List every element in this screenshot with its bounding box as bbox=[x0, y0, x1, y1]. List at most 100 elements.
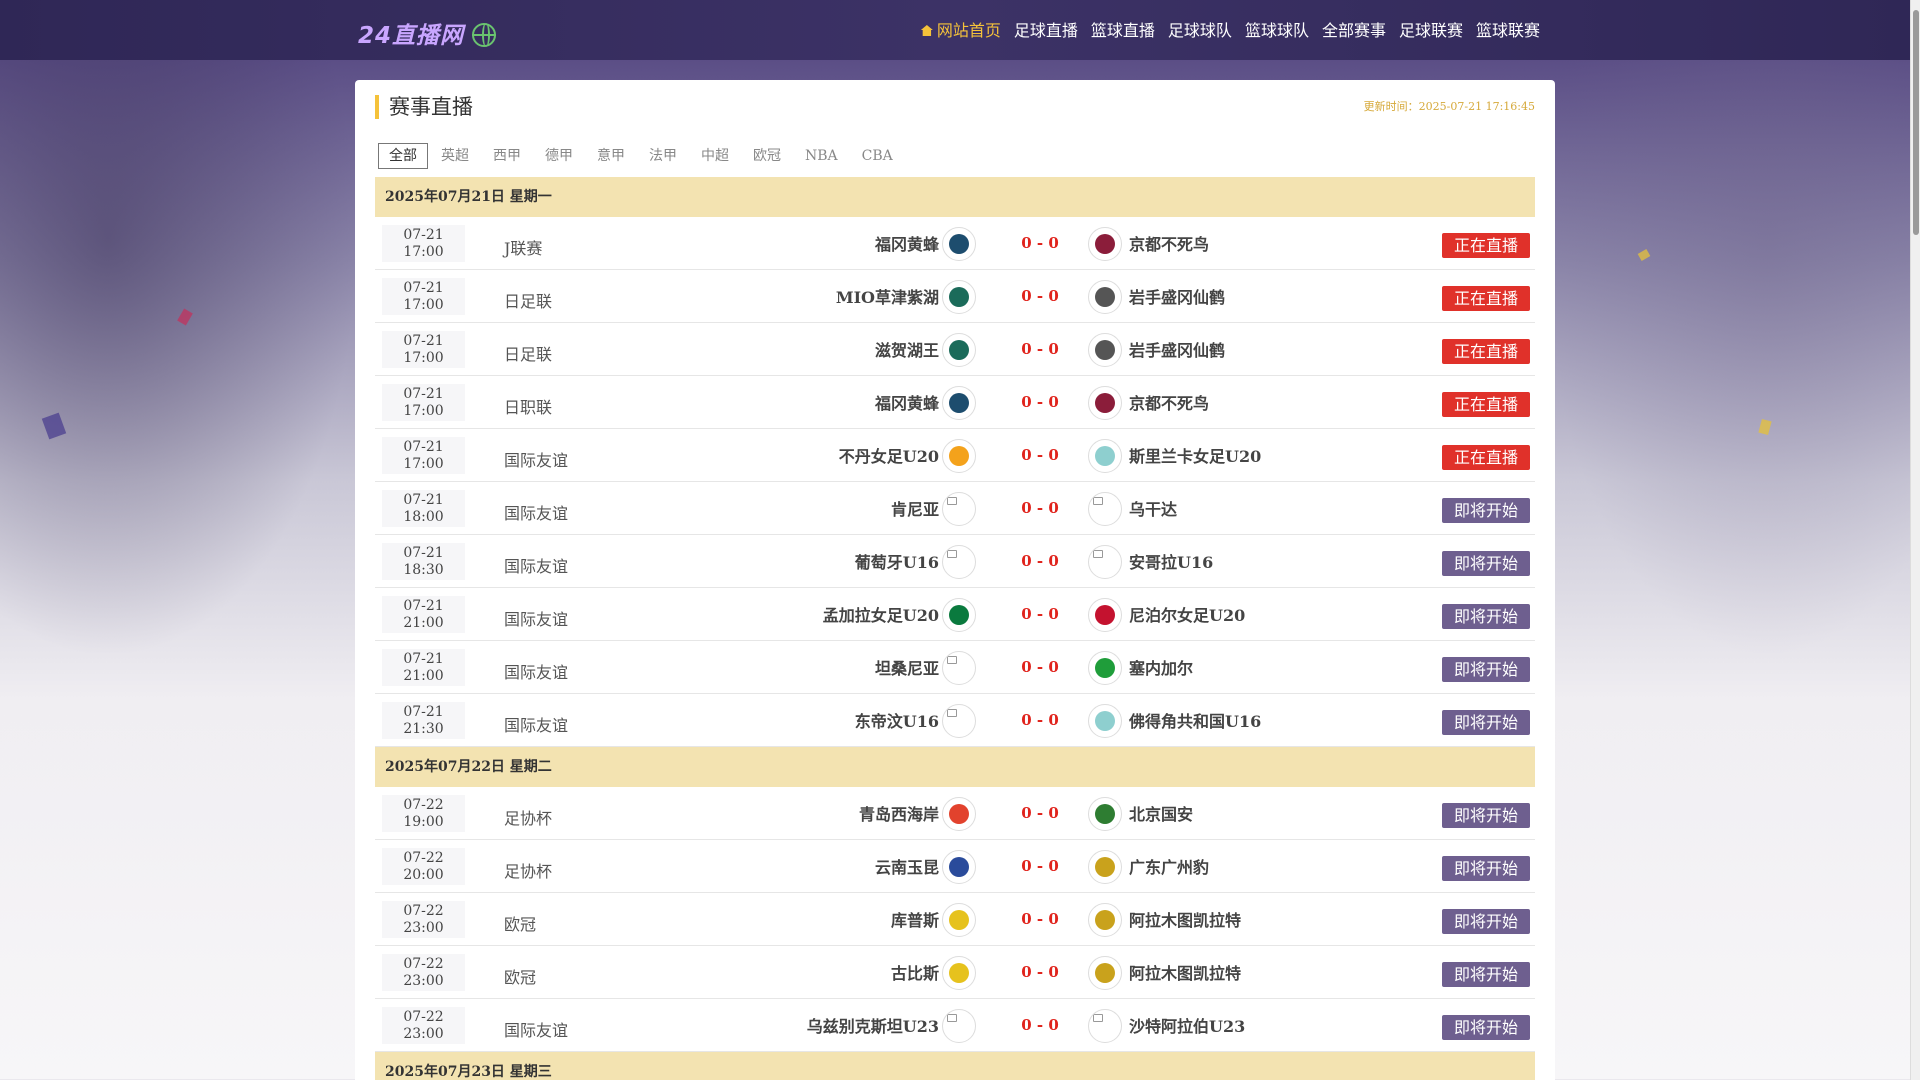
match-row[interactable]: 07-22 23:00 国际友谊 乌兹别克斯坦U23 0 - 0 沙特阿拉伯U23 即将开始 bbox=[375, 999, 1535, 1052]
away-team-name[interactable]: 佛得角共和国U16 bbox=[1129, 708, 1261, 732]
away-team-name[interactable]: 阿拉木图凯拉特 bbox=[1129, 960, 1241, 984]
nav-item[interactable]: 篮球联赛 bbox=[1476, 17, 1540, 41]
league-name[interactable]: 国际友谊 bbox=[504, 606, 568, 630]
home-team-name[interactable]: 滋贺湖王 bbox=[875, 337, 939, 361]
away-team-name[interactable]: 岩手盛冈仙鹤 bbox=[1129, 337, 1225, 361]
league-name[interactable]: 欧冠 bbox=[504, 964, 536, 988]
league-tab[interactable]: 意甲 bbox=[586, 143, 636, 169]
home-team-name[interactable]: MIO草津紫湖 bbox=[836, 284, 939, 308]
league-name[interactable]: 国际友谊 bbox=[504, 712, 568, 736]
live-button[interactable]: 正在直播 bbox=[1442, 392, 1530, 417]
site-logo[interactable]: 24直播网 bbox=[358, 16, 497, 50]
team-crest-icon bbox=[1095, 234, 1115, 254]
home-team-name[interactable]: 福冈黄蜂 bbox=[875, 390, 939, 414]
league-tab[interactable]: 全部 bbox=[378, 143, 428, 169]
match-row[interactable]: 07-21 17:00 日职联 福冈黄蜂 0 - 0 京都不死鸟 正在直播 bbox=[375, 376, 1535, 429]
league-tab[interactable]: 欧冠 bbox=[742, 143, 792, 169]
page-scrollbar[interactable] bbox=[1910, 0, 1920, 1080]
upcoming-button[interactable]: 即将开始 bbox=[1442, 909, 1530, 934]
league-name[interactable]: 日职联 bbox=[504, 394, 552, 418]
home-team-name[interactable]: 云南玉昆 bbox=[875, 854, 939, 878]
away-team-name[interactable]: 安哥拉U16 bbox=[1129, 549, 1213, 573]
league-name[interactable]: 日足联 bbox=[504, 288, 552, 312]
match-row[interactable]: 07-21 17:00 日足联 滋贺湖王 0 - 0 岩手盛冈仙鹤 正在直播 bbox=[375, 323, 1535, 376]
match-row[interactable]: 07-21 18:30 国际友谊 葡萄牙U16 0 - 0 安哥拉U16 即将开始 bbox=[375, 535, 1535, 588]
match-row[interactable]: 07-21 17:00 日足联 MIO草津紫湖 0 - 0 岩手盛冈仙鹤 正在直播 bbox=[375, 270, 1535, 323]
away-team-name[interactable]: 京都不死鸟 bbox=[1129, 390, 1209, 414]
home-team-name[interactable]: 福冈黄蜂 bbox=[875, 231, 939, 255]
home-team-name[interactable]: 古比斯 bbox=[891, 960, 939, 984]
league-tab[interactable]: 德甲 bbox=[534, 143, 584, 169]
upcoming-button[interactable]: 即将开始 bbox=[1442, 710, 1530, 735]
home-team-name[interactable]: 肯尼亚 bbox=[891, 496, 939, 520]
match-row[interactable]: 07-21 21:00 国际友谊 孟加拉女足U20 0 - 0 尼泊尔女足U20 即将开始 bbox=[375, 588, 1535, 641]
league-tab[interactable]: CBA bbox=[851, 143, 904, 169]
match-score: 0 - 0 bbox=[1021, 711, 1059, 729]
home-team-name[interactable]: 库普斯 bbox=[891, 907, 939, 931]
nav-item[interactable]: 足球直播 bbox=[1014, 17, 1078, 41]
nav-item[interactable]: 全部赛事 bbox=[1322, 17, 1386, 41]
home-team-name[interactable]: 不丹女足U20 bbox=[839, 443, 939, 467]
live-button[interactable]: 正在直播 bbox=[1442, 233, 1530, 258]
match-row[interactable]: 07-21 18:00 国际友谊 肯尼亚 0 - 0 乌干达 即将开始 bbox=[375, 482, 1535, 535]
match-row[interactable]: 07-21 17:00 J联赛 福冈黄蜂 0 - 0 京都不死鸟 正在直播 bbox=[375, 217, 1535, 270]
league-name[interactable]: 欧冠 bbox=[504, 911, 536, 935]
away-team-name[interactable]: 塞内加尔 bbox=[1129, 655, 1193, 679]
upcoming-button[interactable]: 即将开始 bbox=[1442, 551, 1530, 576]
away-team-name[interactable]: 岩手盛冈仙鹤 bbox=[1129, 284, 1225, 308]
live-button[interactable]: 正在直播 bbox=[1442, 445, 1530, 470]
away-team-name[interactable]: 乌干达 bbox=[1129, 496, 1177, 520]
match-row[interactable]: 07-21 17:00 国际友谊 不丹女足U20 0 - 0 斯里兰卡女足U20 正在直播 bbox=[375, 429, 1535, 482]
main-nav: 网站首页 足球直播 篮球直播 足球球队 篮球球队 全部赛事 足球联赛 篮球联赛 bbox=[920, 17, 1540, 41]
home-team-name[interactable]: 乌兹别克斯坦U23 bbox=[807, 1013, 939, 1037]
upcoming-button[interactable]: 即将开始 bbox=[1442, 856, 1530, 881]
home-team-name[interactable]: 孟加拉女足U20 bbox=[823, 602, 939, 626]
league-tab[interactable]: NBA bbox=[794, 143, 849, 169]
away-team-name[interactable]: 斯里兰卡女足U20 bbox=[1129, 443, 1261, 467]
match-row[interactable]: 07-22 19:00 足协杯 青岛西海岸 0 - 0 北京国安 即将开始 bbox=[375, 787, 1535, 840]
league-tab[interactable]: 西甲 bbox=[482, 143, 532, 169]
live-button[interactable]: 正在直播 bbox=[1442, 339, 1530, 364]
upcoming-button[interactable]: 即将开始 bbox=[1442, 803, 1530, 828]
nav-item[interactable]: 足球联赛 bbox=[1399, 17, 1463, 41]
scrollbar-thumb[interactable] bbox=[1913, 10, 1919, 235]
match-row[interactable]: 07-22 23:00 欧冠 库普斯 0 - 0 阿拉木图凯拉特 即将开始 bbox=[375, 893, 1535, 946]
league-name[interactable]: 国际友谊 bbox=[504, 447, 568, 471]
match-row[interactable]: 07-22 20:00 足协杯 云南玉昆 0 - 0 广东广州豹 即将开始 bbox=[375, 840, 1535, 893]
upcoming-button[interactable]: 即将开始 bbox=[1442, 657, 1530, 682]
match-row[interactable]: 07-21 21:00 国际友谊 坦桑尼亚 0 - 0 塞内加尔 即将开始 bbox=[375, 641, 1535, 694]
away-team-name[interactable]: 京都不死鸟 bbox=[1129, 231, 1209, 255]
league-name[interactable]: 国际友谊 bbox=[504, 1017, 568, 1041]
upcoming-button[interactable]: 即将开始 bbox=[1442, 1015, 1530, 1040]
match-row[interactable]: 07-21 21:30 国际友谊 东帝汶U16 0 - 0 佛得角共和国U16 即将开始 bbox=[375, 694, 1535, 747]
nav-item[interactable]: 足球球队 bbox=[1168, 17, 1232, 41]
league-name[interactable]: 国际友谊 bbox=[504, 500, 568, 524]
away-team-name[interactable]: 沙特阿拉伯U23 bbox=[1129, 1013, 1245, 1037]
league-tab[interactable]: 中超 bbox=[690, 143, 740, 169]
league-tab[interactable]: 法甲 bbox=[638, 143, 688, 169]
league-name[interactable]: 日足联 bbox=[504, 341, 552, 365]
upcoming-button[interactable]: 即将开始 bbox=[1442, 604, 1530, 629]
league-name[interactable]: 国际友谊 bbox=[504, 553, 568, 577]
upcoming-button[interactable]: 即将开始 bbox=[1442, 498, 1530, 523]
home-team-name[interactable]: 葡萄牙U16 bbox=[855, 549, 939, 573]
league-name[interactable]: J联赛 bbox=[504, 235, 542, 259]
nav-item[interactable]: 篮球直播 bbox=[1091, 17, 1155, 41]
home-team-name[interactable]: 坦桑尼亚 bbox=[875, 655, 939, 679]
away-team-name[interactable]: 北京国安 bbox=[1129, 801, 1193, 825]
nav-item[interactable]: 篮球球队 bbox=[1245, 17, 1309, 41]
home-team-name[interactable]: 青岛西海岸 bbox=[859, 801, 939, 825]
league-name[interactable]: 足协杯 bbox=[504, 858, 552, 882]
league-name[interactable]: 足协杯 bbox=[504, 805, 552, 829]
league-tab[interactable]: 英超 bbox=[430, 143, 480, 169]
home-team-name[interactable]: 东帝汶U16 bbox=[855, 708, 939, 732]
away-team-name[interactable]: 阿拉木图凯拉特 bbox=[1129, 907, 1241, 931]
nav-item[interactable]: 网站首页 bbox=[920, 17, 1001, 41]
upcoming-button[interactable]: 即将开始 bbox=[1442, 962, 1530, 987]
away-team-name[interactable]: 广东广州豹 bbox=[1129, 854, 1209, 878]
match-time: 07-22 20:00 bbox=[382, 848, 465, 885]
away-team-name[interactable]: 尼泊尔女足U20 bbox=[1129, 602, 1245, 626]
live-button[interactable]: 正在直播 bbox=[1442, 286, 1530, 311]
league-name[interactable]: 国际友谊 bbox=[504, 659, 568, 683]
match-row[interactable]: 07-22 23:00 欧冠 古比斯 0 - 0 阿拉木图凯拉特 即将开始 bbox=[375, 946, 1535, 999]
